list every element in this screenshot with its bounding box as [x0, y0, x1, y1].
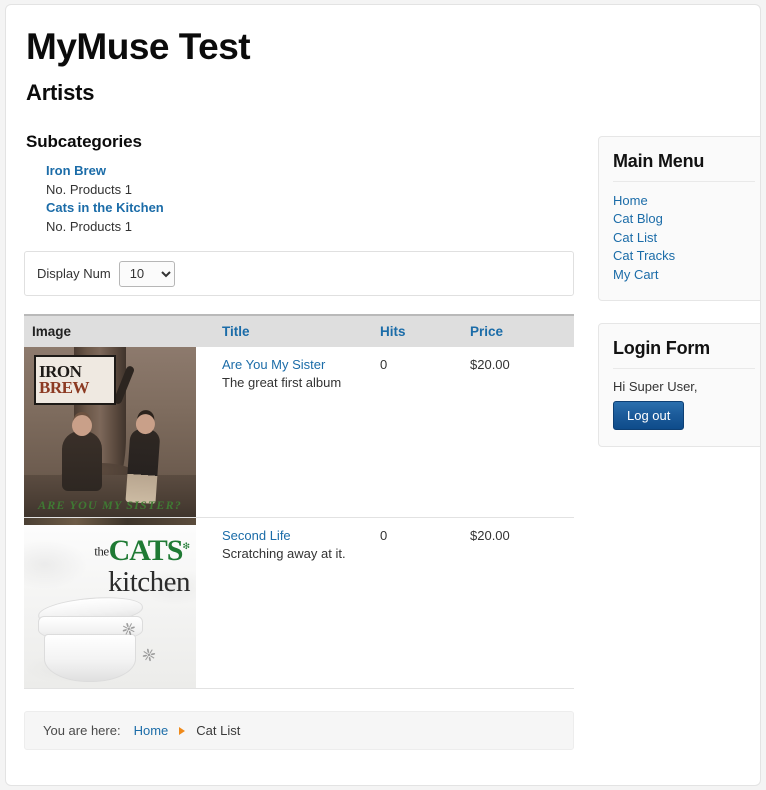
cover-top-band	[24, 518, 196, 526]
cover-word-cats: CATS	[108, 534, 184, 568]
subcategory-count-cats-in-the-kitchen: No. Products 1	[46, 219, 132, 235]
sidebar-item-my-cart[interactable]: My Cart	[613, 267, 659, 282]
module-title-main-menu: Main Menu	[613, 151, 755, 182]
table-header-row: Image Title Hits Price	[24, 314, 574, 348]
list-item: Cat Tracks	[613, 247, 755, 265]
subcategories-heading: Subcategories	[26, 131, 142, 151]
module-login-form: Login Form Hi Super User, Log out	[598, 322, 760, 447]
product-link-are-you-my-sister[interactable]: Are You My Sister	[222, 357, 368, 372]
list-item: My Cart	[613, 266, 755, 284]
cover-band-logo-line2: BREW	[39, 378, 89, 398]
column-header-price-link[interactable]: Price	[470, 324, 503, 339]
column-header-image: Image	[24, 314, 216, 348]
login-greeting: Hi Super User,	[613, 378, 698, 394]
display-num-box: Display Num 10	[24, 251, 574, 297]
site-title: MyMuse Test	[26, 26, 251, 67]
products-table-body: IRON BREW ARE YOU MY SISTER? Are You My …	[24, 347, 574, 690]
subcategory-link-iron-brew[interactable]: Iron Brew	[46, 162, 574, 181]
paw-print-icon: ❈	[119, 618, 139, 642]
product-title-cell: Are You My Sister The great first album	[216, 347, 374, 519]
column-header-title: Title	[216, 314, 374, 348]
sidebar-item-cat-list[interactable]: Cat List	[613, 230, 657, 245]
breadcrumb-current: Cat List	[196, 723, 241, 739]
cover-album-title: theCATS❇ kitchen	[94, 536, 190, 599]
module-main-menu: Main Menu Home Cat Blog Cat List Cat Tra…	[598, 135, 760, 301]
list-item: Cat List	[613, 229, 755, 247]
product-cover-image-are-you-my-sister[interactable]: IRON BREW ARE YOU MY SISTER?	[24, 347, 196, 518]
product-price-cell: $20.00	[464, 347, 574, 519]
product-hits-cell: 0	[374, 347, 464, 519]
page-title: Artists	[26, 79, 95, 105]
module-title-login-form: Login Form	[613, 338, 755, 369]
sidebar-item-home[interactable]: Home	[613, 193, 648, 208]
table-row: theCATS❇ kitchen ❈ ❈ Second Life Scratch…	[24, 517, 574, 690]
sidebar: Main Menu Home Cat Blog Cat List Cat Tra…	[598, 80, 760, 469]
column-header-hits: Hits	[374, 314, 464, 348]
cover-figure-boy	[125, 428, 161, 505]
main-content: Artists Subcategories Iron Brew No. Prod…	[24, 79, 574, 751]
column-header-price: Price	[464, 314, 574, 348]
subcategories-list: Iron Brew No. Products 1 Cats in the Kit…	[46, 162, 574, 237]
cover-title-line1: theCATS❇	[94, 536, 190, 566]
product-hits-cell: 0	[374, 517, 464, 690]
subcategory-count-iron-brew: No. Products 1	[46, 181, 132, 197]
product-link-second-life[interactable]: Second Life	[222, 528, 368, 543]
product-description: Scratching away at it.	[222, 546, 346, 562]
table-row: IRON BREW ARE YOU MY SISTER? Are You My …	[24, 347, 574, 519]
page-inner: MyMuse Test Artists Subcategories Iron B…	[6, 5, 760, 751]
subcategory-link-cats-in-the-kitchen[interactable]: Cats in the Kitchen	[46, 199, 574, 218]
column-header-title-link[interactable]: Title	[222, 324, 250, 339]
cover-paw-prints: ❈ ❈	[116, 618, 188, 672]
cover-figure-girl	[62, 415, 102, 492]
list-item: Cat Blog	[613, 210, 755, 228]
breadcrumb-label: You are here:	[43, 723, 121, 739]
logout-button[interactable]: Log out	[613, 400, 685, 430]
paw-print-icon: ❈	[140, 644, 159, 668]
chevron-right-icon	[179, 726, 186, 735]
column-header-image-label: Image	[32, 324, 72, 340]
cover-word-kitchen: kitchen	[108, 566, 190, 599]
product-description: The great first album	[222, 375, 342, 391]
cover-band-logo: IRON BREW	[34, 355, 116, 406]
product-image-cell: theCATS❇ kitchen ❈ ❈	[24, 517, 216, 690]
sidebar-item-cat-tracks[interactable]: Cat Tracks	[613, 248, 675, 263]
display-num-select[interactable]: 10	[118, 260, 175, 287]
breadcrumb-link-home[interactable]: Home	[134, 723, 169, 738]
product-cover-image-second-life[interactable]: theCATS❇ kitchen ❈ ❈	[24, 518, 196, 689]
column-header-hits-link[interactable]: Hits	[380, 324, 406, 339]
main-menu-list: Home Cat Blog Cat List Cat Tracks My Car…	[613, 192, 755, 284]
breadcrumb: You are here: Home Cat List	[24, 711, 574, 751]
products-table-head: Image Title Hits Price	[24, 314, 574, 348]
product-image-cell: IRON BREW ARE YOU MY SISTER?	[24, 347, 216, 519]
page-container: MyMuse Test Artists Subcategories Iron B…	[5, 4, 761, 786]
cover-word-the: the	[94, 543, 109, 559]
cover-caption: ARE YOU MY SISTER?	[38, 498, 182, 513]
list-item: Home	[613, 192, 755, 210]
content-columns: Artists Subcategories Iron Brew No. Prod…	[24, 79, 760, 751]
display-num-label: Display Num	[37, 266, 111, 282]
product-price-cell: $20.00	[464, 517, 574, 690]
paw-print-icon: ❇	[182, 541, 190, 552]
sidebar-item-cat-blog[interactable]: Cat Blog	[613, 211, 663, 226]
product-title-cell: Second Life Scratching away at it.	[216, 517, 374, 690]
products-table: Image Title Hits Price IRON BREW ARE YOU…	[24, 314, 574, 690]
